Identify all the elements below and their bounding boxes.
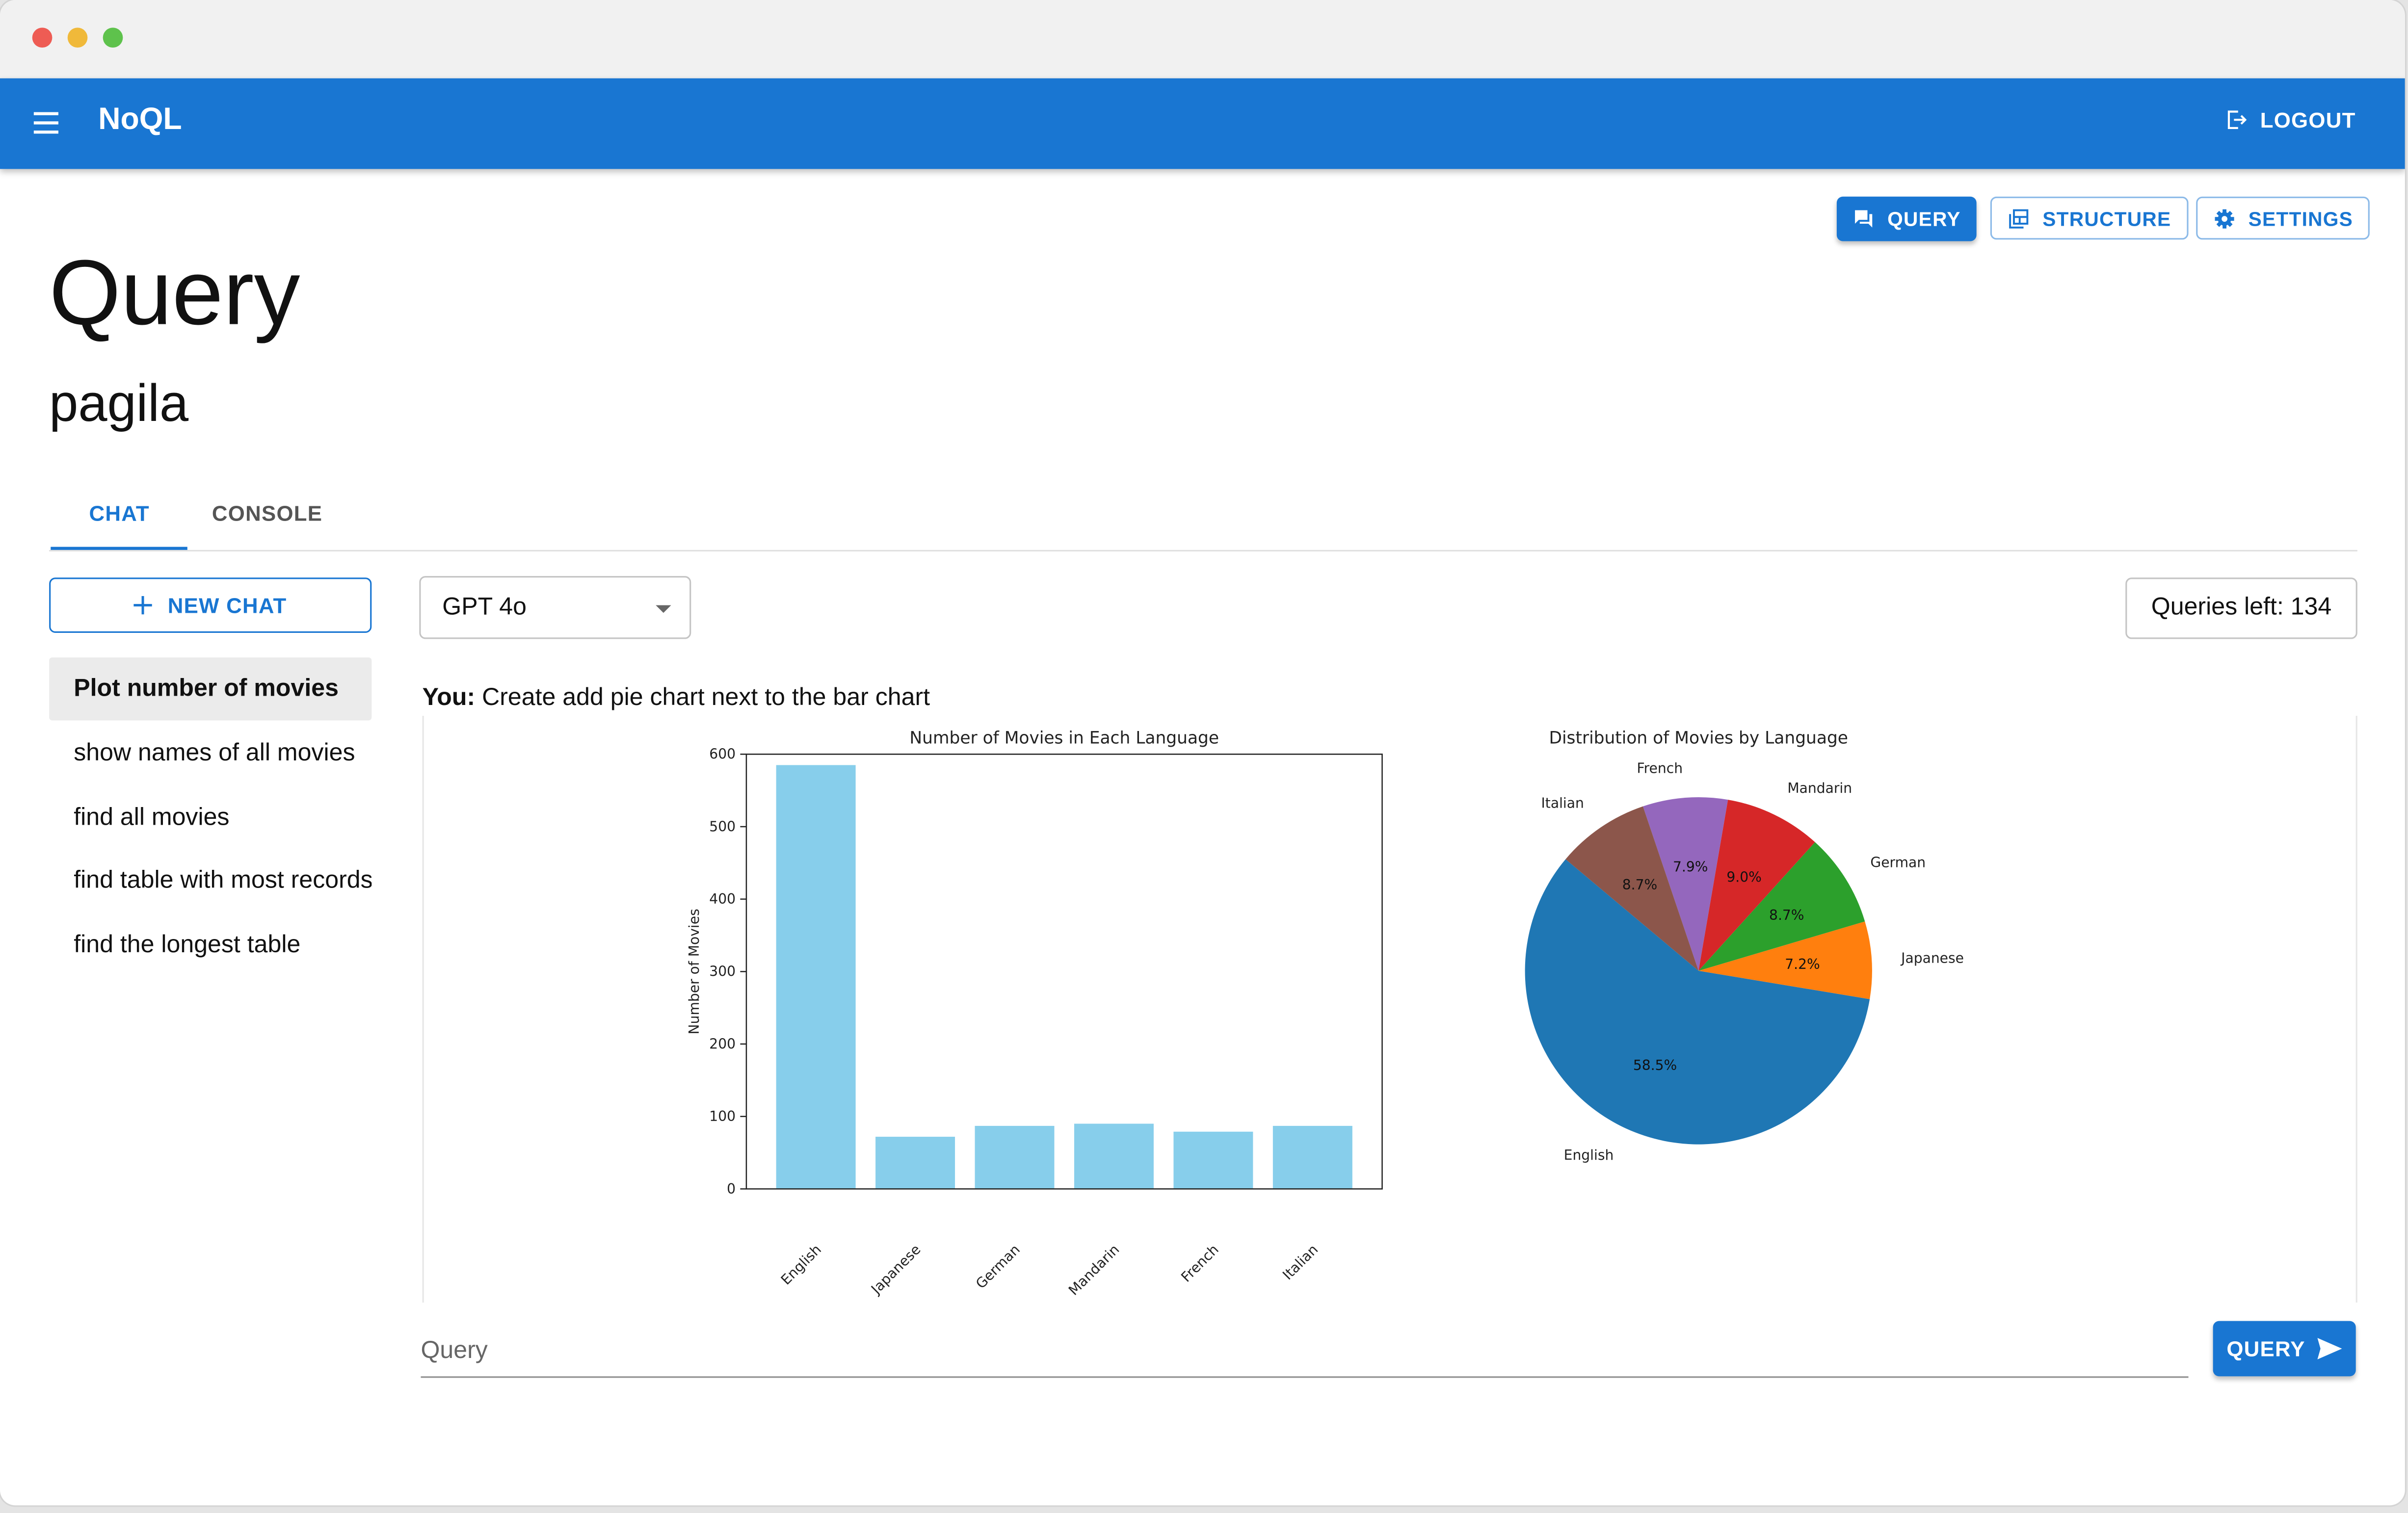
close-window-button[interactable] (32, 27, 53, 48)
queries-left-badge: Queries left: 134 (2125, 577, 2357, 639)
chat-history-item[interactable]: Plot number of movies (49, 657, 372, 721)
minimize-window-button[interactable] (67, 27, 88, 48)
model-select[interactable]: GPT 4o (419, 576, 691, 639)
tabs-divider (49, 549, 2357, 552)
y-tick-label: 500 (709, 818, 736, 835)
x-tick-label: English (778, 1241, 824, 1288)
pie-value-label: 58.5% (1633, 1057, 1677, 1073)
database-name: pagila (49, 374, 189, 433)
message-text: Create add pie chart next to the bar cha… (482, 685, 930, 711)
structure-nav-label: STRUCTURE (2042, 207, 2171, 230)
pie-value-label: 9.0% (1726, 869, 1762, 885)
pie-category-label: Japanese (1900, 950, 1964, 966)
y-tick-label: 400 (709, 891, 736, 907)
pie-category-label: English (1564, 1147, 1614, 1163)
active-tab-indicator (51, 547, 187, 550)
y-tick-label: 300 (709, 964, 736, 980)
bar (975, 1125, 1055, 1189)
pie-value-label: 7.9% (1673, 859, 1708, 875)
query-input[interactable] (421, 1330, 2189, 1374)
y-tick-label: 100 (709, 1108, 736, 1124)
bar (1272, 1125, 1352, 1189)
pie-category-label: Italian (1541, 795, 1584, 811)
pie-category-label: French (1637, 760, 1683, 776)
page-title: Query (49, 241, 300, 344)
bar-chart-ylabel: Number of Movies (686, 909, 702, 1034)
zoom-window-button[interactable] (103, 27, 123, 48)
bar (1173, 1131, 1253, 1189)
tab-chat[interactable]: CHAT (89, 501, 150, 525)
menu-icon[interactable] (33, 112, 58, 134)
pie-category-label: Mandarin (1787, 780, 1852, 796)
query-submit-button[interactable]: QUERY (2213, 1321, 2356, 1377)
app-title: NoQL (98, 103, 182, 137)
chat-history-item[interactable]: show names of all movies (49, 722, 371, 785)
structure-nav-button[interactable]: STRUCTURE (1990, 196, 2188, 240)
y-tick-label: 600 (709, 746, 736, 762)
bar (776, 765, 856, 1189)
chat-history-item[interactable]: find the longest table (49, 914, 371, 977)
query-nav-label: QUERY (1887, 207, 1961, 231)
pie-value-label: 7.2% (1785, 956, 1820, 972)
x-tick-label: Mandarin (1065, 1241, 1122, 1299)
chat-icon (1855, 210, 1873, 228)
x-tick-label: German (973, 1241, 1023, 1292)
x-tick-label: French (1178, 1241, 1222, 1285)
tab-console[interactable]: CONSOLE (212, 501, 322, 525)
new-chat-label: NEW CHAT (167, 593, 287, 618)
bar (875, 1137, 955, 1189)
pie-chart-title: Distribution of Movies by Language (1549, 728, 1848, 748)
app-window: NoQL LOGOUT QUERY STRUCTURE SETTINGS Que… (0, 0, 2405, 1506)
gear-icon (2215, 209, 2234, 228)
x-tick-label: Italian (1279, 1241, 1321, 1283)
logout-button[interactable]: LOGOUT (2223, 107, 2356, 132)
y-tick-label: 200 (709, 1036, 736, 1052)
window-titlebar (0, 0, 2405, 80)
bar (1074, 1123, 1154, 1189)
pie-category-label: German (1870, 855, 1926, 871)
bar-chart-title: Number of Movies in Each Language (909, 728, 1219, 748)
structure-icon (2009, 209, 2029, 228)
logout-label: LOGOUT (2260, 107, 2356, 132)
logout-icon (2227, 110, 2247, 130)
chart-output: Number of Movies in Each Language Number … (422, 716, 2357, 1303)
chart-figure: Number of Movies in Each Language Number … (686, 728, 1964, 1299)
settings-nav-label: SETTINGS (2248, 207, 2354, 230)
query-submit-label: QUERY (2226, 1336, 2305, 1361)
x-tick-label: Japanese (867, 1241, 924, 1298)
new-chat-button[interactable]: NEW CHAT (49, 577, 372, 633)
y-tick-label: 0 (727, 1181, 736, 1197)
pie-value-label: 8.7% (1769, 907, 1804, 923)
app-bar: NoQL LOGOUT (0, 78, 2405, 169)
chat-history-item[interactable]: find all movies (49, 786, 371, 849)
query-input-field[interactable] (421, 1330, 2189, 1378)
message-author: You: (422, 685, 476, 711)
model-select-value: GPT 4o (442, 594, 527, 621)
pie-value-label: 8.7% (1622, 877, 1658, 893)
send-icon (2317, 1338, 2342, 1359)
settings-nav-button[interactable]: SETTINGS (2196, 196, 2370, 240)
user-message: You: Create add pie chart next to the ba… (423, 685, 930, 712)
chat-history-item[interactable]: find table with most records (49, 849, 371, 912)
plus-icon (133, 596, 153, 615)
dropdown-arrow-icon (656, 605, 671, 613)
query-nav-button[interactable]: QUERY (1836, 196, 1976, 241)
